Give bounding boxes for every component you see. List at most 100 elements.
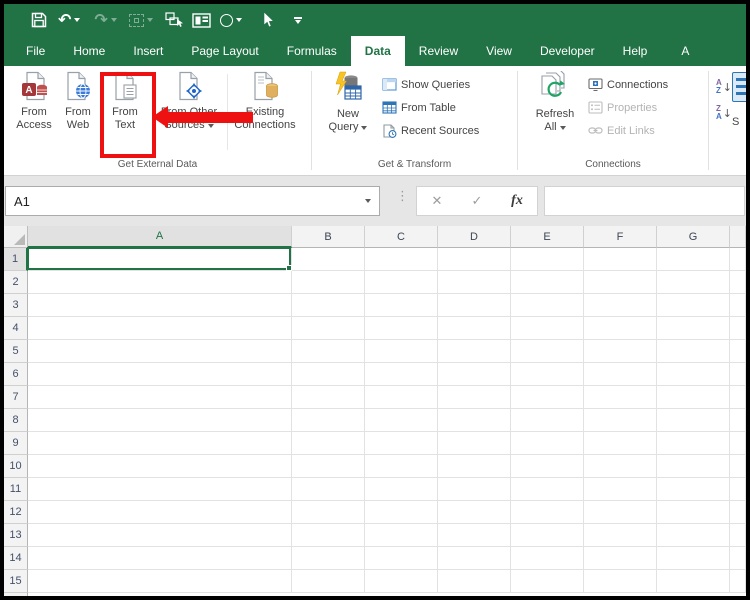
cell-F5[interactable] xyxy=(584,340,657,363)
cell-D3[interactable] xyxy=(438,294,511,317)
cell-E4[interactable] xyxy=(511,317,584,340)
cell-D8[interactable] xyxy=(438,409,511,432)
row-header-9[interactable]: 9 xyxy=(4,432,28,455)
row-header-10[interactable]: 10 xyxy=(4,455,28,478)
row-header-15[interactable]: 15 xyxy=(4,570,28,593)
from-access-button[interactable]: A FromAccess xyxy=(11,70,57,132)
cell-D15[interactable] xyxy=(438,570,511,593)
save-icon[interactable] xyxy=(30,11,48,29)
cell-G2[interactable] xyxy=(657,271,730,294)
cell-F14[interactable] xyxy=(584,547,657,570)
cell-D14[interactable] xyxy=(438,547,511,570)
row-header-4[interactable]: 4 xyxy=(4,317,28,340)
cell-partial-10[interactable] xyxy=(730,455,746,478)
cell-D10[interactable] xyxy=(438,455,511,478)
cell-partial-13[interactable] xyxy=(730,524,746,547)
cell-A15[interactable] xyxy=(28,570,292,593)
cell-C14[interactable] xyxy=(365,547,438,570)
undo-button[interactable]: ↶ xyxy=(58,12,80,28)
select-objects-icon[interactable] xyxy=(165,12,183,28)
cell-partial-11[interactable] xyxy=(730,478,746,501)
column-header-partial[interactable] xyxy=(730,226,746,248)
cell-A4[interactable] xyxy=(28,317,292,340)
cell-F15[interactable] xyxy=(584,570,657,593)
cell-A2[interactable] xyxy=(28,271,292,294)
tab-page-layout[interactable]: Page Layout xyxy=(177,36,272,66)
cell-E5[interactable] xyxy=(511,340,584,363)
cell-A5[interactable] xyxy=(28,340,292,363)
cell-C5[interactable] xyxy=(365,340,438,363)
cell-B11[interactable] xyxy=(292,478,365,501)
insert-function-icon[interactable]: fx xyxy=(497,187,537,215)
customize-qat-icon[interactable] xyxy=(294,17,302,24)
cell-D12[interactable] xyxy=(438,501,511,524)
cell-B15[interactable] xyxy=(292,570,365,593)
cell-E13[interactable] xyxy=(511,524,584,547)
tab-formulas[interactable]: Formulas xyxy=(273,36,351,66)
new-query-button[interactable]: NewQuery xyxy=(322,70,374,134)
row-header-14[interactable]: 14 xyxy=(4,547,28,570)
cell-B9[interactable] xyxy=(292,432,365,455)
cell-partial-4[interactable] xyxy=(730,317,746,340)
from-table-button[interactable]: From Table xyxy=(382,96,479,119)
cell-E3[interactable] xyxy=(511,294,584,317)
cell-G11[interactable] xyxy=(657,478,730,501)
cell-G1[interactable] xyxy=(657,248,730,271)
cell-F6[interactable] xyxy=(584,363,657,386)
tab-developer[interactable]: Developer xyxy=(526,36,609,66)
row-header-6[interactable]: 6 xyxy=(4,363,28,386)
cell-G6[interactable] xyxy=(657,363,730,386)
cell-B12[interactable] xyxy=(292,501,365,524)
cell-C11[interactable] xyxy=(365,478,438,501)
cell-C9[interactable] xyxy=(365,432,438,455)
cell-D4[interactable] xyxy=(438,317,511,340)
cell-B14[interactable] xyxy=(292,547,365,570)
select-all-button[interactable] xyxy=(4,226,28,248)
column-header-d[interactable]: D xyxy=(438,226,511,248)
row-header-3[interactable]: 3 xyxy=(4,294,28,317)
cell-A9[interactable] xyxy=(28,432,292,455)
cell-partial-3[interactable] xyxy=(730,294,746,317)
existing-connections-button[interactable]: ExistingConnections xyxy=(228,70,302,132)
refresh-all-button[interactable]: RefreshAll xyxy=(530,70,580,134)
cell-A6[interactable] xyxy=(28,363,292,386)
cell-B8[interactable] xyxy=(292,409,365,432)
tab-file[interactable]: File xyxy=(12,36,59,66)
column-header-f[interactable]: F xyxy=(584,226,657,248)
cell-G10[interactable] xyxy=(657,455,730,478)
cancel-icon[interactable]: ✕ xyxy=(417,187,457,215)
cell-B6[interactable] xyxy=(292,363,365,386)
cell-G14[interactable] xyxy=(657,547,730,570)
cell-A3[interactable] xyxy=(28,294,292,317)
cell-E2[interactable] xyxy=(511,271,584,294)
cell-B2[interactable] xyxy=(292,271,365,294)
column-header-g[interactable]: G xyxy=(657,226,730,248)
pointer-icon[interactable] xyxy=(262,12,276,28)
cell-D2[interactable] xyxy=(438,271,511,294)
tab-insert[interactable]: Insert xyxy=(119,36,177,66)
cell-F12[interactable] xyxy=(584,501,657,524)
row-header-7[interactable]: 7 xyxy=(4,386,28,409)
connections-button[interactable]: Connections xyxy=(588,73,668,96)
row-header-2[interactable]: 2 xyxy=(4,271,28,294)
cell-C2[interactable] xyxy=(365,271,438,294)
recent-sources-button[interactable]: Recent Sources xyxy=(382,119,479,142)
cell-G3[interactable] xyxy=(657,294,730,317)
cell-B13[interactable] xyxy=(292,524,365,547)
cell-A13[interactable] xyxy=(28,524,292,547)
cell-partial-5[interactable] xyxy=(730,340,746,363)
form-icon[interactable] xyxy=(192,13,211,28)
cell-partial-8[interactable] xyxy=(730,409,746,432)
enter-icon[interactable]: ✓ xyxy=(457,187,497,215)
cell-F10[interactable] xyxy=(584,455,657,478)
cell-D7[interactable] xyxy=(438,386,511,409)
cell-C7[interactable] xyxy=(365,386,438,409)
cell-C3[interactable] xyxy=(365,294,438,317)
cell-partial-2[interactable] xyxy=(730,271,746,294)
tab-review[interactable]: Review xyxy=(405,36,472,66)
cell-F3[interactable] xyxy=(584,294,657,317)
tab-help[interactable]: Help xyxy=(609,36,662,66)
column-header-b[interactable]: B xyxy=(292,226,365,248)
cell-E6[interactable] xyxy=(511,363,584,386)
cell-B10[interactable] xyxy=(292,455,365,478)
